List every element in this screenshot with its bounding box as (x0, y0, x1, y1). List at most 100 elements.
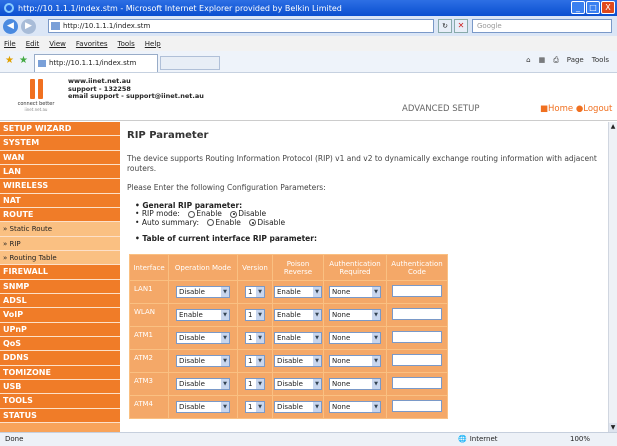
auth-required-select[interactable]: None ▼ (329, 309, 381, 322)
operation-mode-select[interactable]: Disable ▼ (176, 378, 230, 391)
sidebar-item-lan[interactable]: LAN (0, 164, 120, 180)
auth-code-input[interactable] (392, 285, 442, 298)
sidebar-item-ddns[interactable]: DDNS (0, 351, 120, 366)
version-select[interactable]: 1 ▼ (245, 401, 265, 414)
auth-code-input[interactable] (392, 331, 442, 344)
version-select[interactable]: 1 ▼ (245, 355, 265, 368)
stop-button[interactable]: ✕ (454, 19, 468, 33)
ie-icon (4, 3, 14, 13)
sidebar-item-nat[interactable]: NAT (0, 193, 120, 208)
sidebar-item-setup-wizard[interactable]: SETUP WIZARD (0, 122, 120, 137)
poison-reverse-select[interactable]: Enable ▼ (274, 286, 322, 299)
home-icon[interactable]: ⌂ (526, 56, 530, 65)
operation-mode-select[interactable]: Enable ▼ (176, 309, 230, 322)
logout-link[interactable]: ●Logout (576, 104, 613, 114)
sidebar-item-upnp[interactable]: UPnP (0, 322, 120, 337)
zoom-level[interactable]: 100% (570, 433, 590, 446)
column-header: Authentication Required (324, 255, 386, 281)
auth-required-select-value: None (332, 311, 351, 320)
version-select[interactable]: 1 ▼ (245, 309, 265, 322)
sidebar-item-route[interactable]: ROUTE (0, 207, 120, 223)
poison-reverse-select[interactable]: Disable ▼ (274, 378, 322, 391)
table-cell (387, 350, 447, 373)
print-icon[interactable]: ⎙ (553, 56, 559, 65)
refresh-button[interactable]: ↻ (438, 19, 452, 33)
poison-reverse-select[interactable]: Disable ▼ (274, 355, 322, 368)
home-link[interactable]: ■Home (540, 104, 573, 114)
version-select[interactable]: 1 ▼ (245, 332, 265, 345)
sidebar-item-firewall[interactable]: FIREWALL (0, 265, 120, 280)
menu-view[interactable]: View (49, 40, 66, 48)
forward-button[interactable]: ▶ (21, 18, 36, 34)
sidebar-item-rip[interactable]: » RIP (0, 236, 120, 251)
back-button[interactable]: ◀ (3, 18, 18, 34)
menu-favorites[interactable]: Favorites (76, 40, 108, 48)
interface-name: ATM4 (130, 396, 168, 419)
new-tab-button[interactable] (160, 56, 220, 70)
add-favorite-icon[interactable]: ★ (19, 55, 28, 66)
address-field[interactable]: http://10.1.1.1/index.stm (48, 19, 434, 33)
table-cell: 1 ▼ (238, 373, 272, 396)
auth-code-input[interactable] (392, 308, 442, 321)
operation-mode-select[interactable]: Disable ▼ (176, 401, 230, 414)
sidebar-item-static-route[interactable]: » Static Route (0, 222, 120, 237)
auto-summary-disable-radio[interactable] (249, 219, 257, 227)
auth-code-input[interactable] (392, 377, 442, 390)
operation-mode-select-value: Disable (179, 403, 205, 412)
table-cell: Enable ▼ (169, 304, 237, 327)
scroll-up-icon[interactable]: ▲ (609, 122, 617, 131)
version-select[interactable]: 1 ▼ (245, 378, 265, 391)
auth-required-select[interactable]: None ▼ (329, 401, 381, 414)
menu-file[interactable]: File (4, 40, 16, 48)
operation-mode-select[interactable]: Disable ▼ (176, 355, 230, 368)
sidebar-item-voip[interactable]: VoIP (0, 308, 120, 323)
operation-mode-select[interactable]: Disable ▼ (176, 286, 230, 299)
sidebar-item-routing-table[interactable]: » Routing Table (0, 250, 120, 266)
minimize-button[interactable]: _ (571, 1, 585, 14)
chevron-down-icon: ▼ (372, 402, 380, 413)
chevron-down-icon: ▼ (313, 402, 321, 413)
version-select[interactable]: 1 ▼ (245, 286, 265, 299)
auto-summary-enable-radio[interactable] (207, 219, 215, 227)
table-cell: 1 ▼ (238, 327, 272, 350)
vertical-scrollbar[interactable]: ▲ ▼ (608, 122, 617, 432)
feeds-icon[interactable]: ▦ (539, 56, 546, 65)
sidebar-item-tomizone[interactable]: TOMIZONE (0, 365, 120, 380)
auth-required-select[interactable]: None ▼ (329, 286, 381, 299)
auth-required-select[interactable]: None ▼ (329, 332, 381, 345)
sidebar-item-qos[interactable]: QoS (0, 336, 120, 352)
sidebar-item-usb[interactable]: USB (0, 379, 120, 395)
auth-required-select[interactable]: None ▼ (329, 355, 381, 368)
auth-code-input[interactable] (392, 400, 442, 413)
instruction: Please Enter the following Configuration… (127, 183, 326, 192)
sidebar-item-tools[interactable]: TOOLS (0, 394, 120, 409)
column-header: Version (238, 255, 272, 281)
table-cell: Disable ▼ (273, 396, 323, 419)
router-header: connect better iinet.net.au www.iinet.ne… (0, 74, 617, 121)
browser-tab[interactable]: http://10.1.1.1/index.stm (34, 54, 158, 72)
operation-mode-select[interactable]: Disable ▼ (176, 332, 230, 345)
poison-reverse-select[interactable]: Disable ▼ (274, 401, 322, 414)
poison-reverse-select[interactable]: Enable ▼ (274, 332, 322, 345)
menu-edit[interactable]: Edit (26, 40, 40, 48)
search-input[interactable]: Google (472, 19, 612, 33)
favorites-star-icon[interactable]: ★ (5, 55, 14, 66)
sidebar-item-wireless[interactable]: WIRELESS (0, 179, 120, 194)
menu-help[interactable]: Help (145, 40, 161, 48)
sidebar-item-snmp[interactable]: SNMP (0, 279, 120, 294)
auth-required-select[interactable]: None ▼ (329, 378, 381, 391)
support-email: email support - support@iinet.net.au (68, 92, 204, 100)
sidebar-item-wan[interactable]: WAN (0, 150, 120, 165)
sidebar-item-adsl[interactable]: ADSL (0, 293, 120, 309)
sidebar-item-system[interactable]: SYSTEM (0, 136, 120, 151)
close-button[interactable]: X (601, 1, 615, 14)
poison-reverse-select[interactable]: Enable ▼ (274, 309, 322, 322)
maximize-button[interactable]: □ (586, 1, 600, 14)
version-select-value: 1 (248, 357, 253, 366)
auth-code-input[interactable] (392, 354, 442, 367)
sidebar-item-status[interactable]: STATUS (0, 408, 120, 423)
page-menu[interactable]: Page (567, 56, 584, 65)
scroll-down-icon[interactable]: ▼ (609, 423, 617, 432)
menu-tools[interactable]: Tools (118, 40, 135, 48)
tools-menu[interactable]: Tools (592, 56, 609, 65)
